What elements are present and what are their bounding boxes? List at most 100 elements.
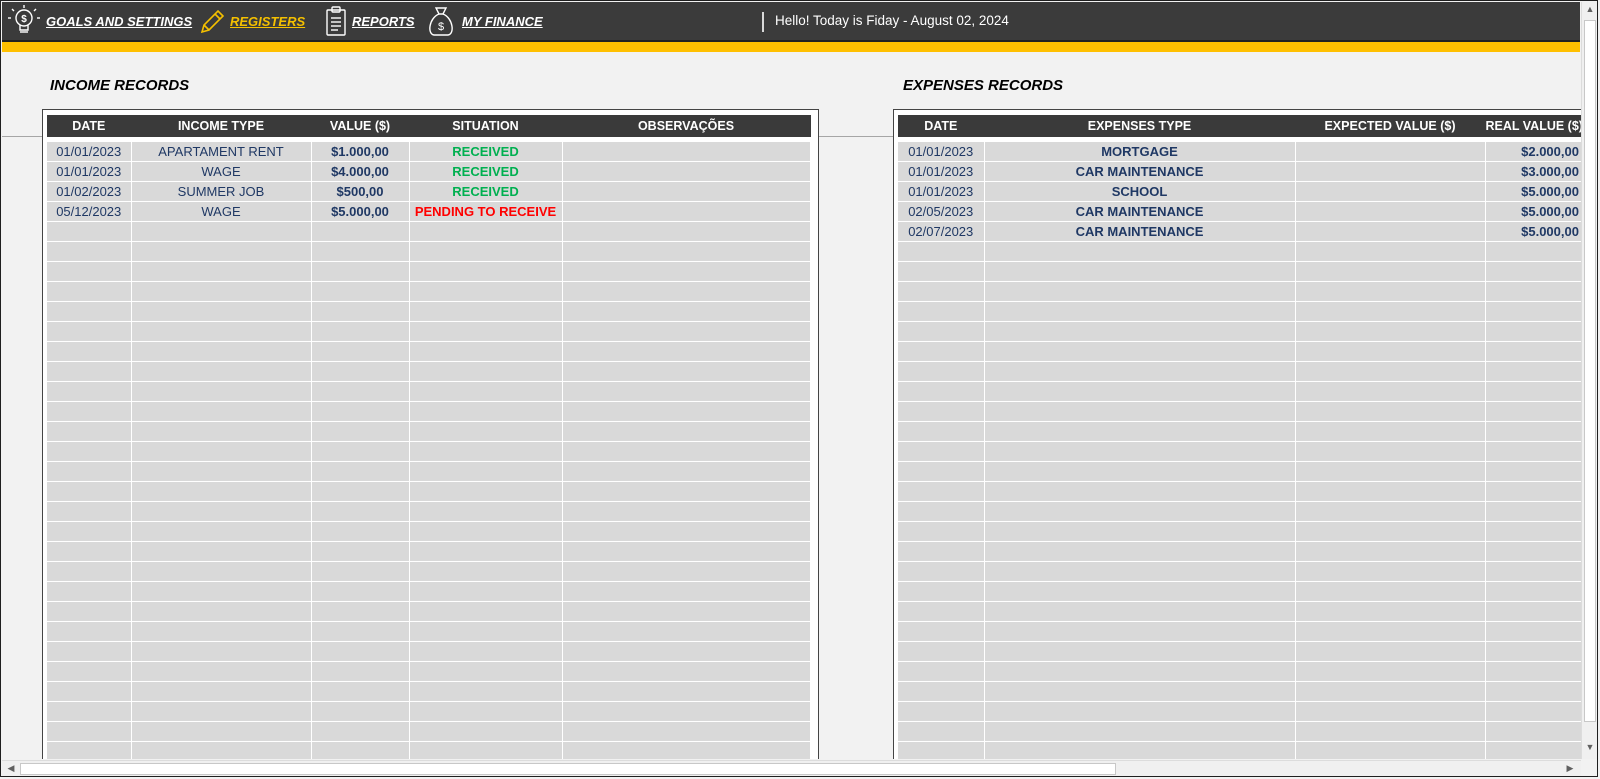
- income-empty-cell[interactable]: [562, 441, 811, 462]
- income-empty-cell[interactable]: [409, 381, 563, 402]
- expenses-empty-cell[interactable]: [1295, 521, 1486, 542]
- expenses-empty-cell[interactable]: [1295, 261, 1486, 282]
- expenses-empty-cell[interactable]: [1485, 601, 1584, 622]
- income-empty-cell[interactable]: [562, 681, 811, 702]
- expenses-empty-cell[interactable]: [898, 701, 985, 722]
- income-empty-cell[interactable]: [562, 501, 811, 522]
- income-empty-cell[interactable]: [131, 581, 312, 602]
- income-cell[interactable]: WAGE: [131, 161, 312, 182]
- income-empty-cell[interactable]: [131, 281, 312, 302]
- expenses-cell[interactable]: 02/07/2023: [898, 221, 985, 242]
- expenses-cell[interactable]: SCHOOL: [984, 181, 1296, 202]
- income-empty-cell[interactable]: [131, 561, 312, 582]
- income-empty-cell[interactable]: [47, 641, 132, 662]
- income-cell[interactable]: 01/01/2023: [47, 142, 132, 162]
- expenses-empty-cell[interactable]: [1295, 701, 1486, 722]
- expenses-empty-cell[interactable]: [984, 581, 1296, 602]
- expenses-empty-cell[interactable]: [898, 741, 985, 759]
- expenses-empty-cell[interactable]: [1485, 401, 1584, 422]
- income-empty-cell[interactable]: [409, 281, 563, 302]
- income-empty-cell[interactable]: [131, 521, 312, 542]
- income-empty-cell[interactable]: [47, 681, 132, 702]
- income-cell[interactable]: RECEIVED: [409, 142, 563, 162]
- expenses-empty-cell[interactable]: [984, 321, 1296, 342]
- income-empty-cell[interactable]: [311, 221, 410, 242]
- expenses-cell[interactable]: $3.000,00: [1485, 161, 1584, 182]
- income-empty-cell[interactable]: [47, 521, 132, 542]
- income-empty-cell[interactable]: [409, 561, 563, 582]
- expenses-empty-cell[interactable]: [898, 661, 985, 682]
- expenses-empty-cell[interactable]: [1295, 541, 1486, 562]
- income-empty-cell[interactable]: [562, 701, 811, 722]
- income-empty-cell[interactable]: [311, 281, 410, 302]
- income-empty-cell[interactable]: [47, 221, 132, 242]
- income-empty-cell[interactable]: [311, 261, 410, 282]
- expenses-empty-cell[interactable]: [898, 241, 985, 262]
- income-empty-cell[interactable]: [47, 561, 132, 582]
- income-empty-cell[interactable]: [131, 641, 312, 662]
- income-empty-cell[interactable]: [47, 721, 132, 742]
- expenses-empty-cell[interactable]: [1485, 241, 1584, 262]
- expenses-empty-cell[interactable]: [984, 701, 1296, 722]
- income-empty-cell[interactable]: [562, 461, 811, 482]
- expenses-empty-cell[interactable]: [898, 601, 985, 622]
- scroll-right-arrow-icon[interactable]: ▶: [1562, 763, 1578, 774]
- income-empty-cell[interactable]: [409, 641, 563, 662]
- expenses-empty-cell[interactable]: [1485, 721, 1584, 742]
- income-empty-cell[interactable]: [562, 721, 811, 742]
- income-empty-cell[interactable]: [131, 741, 312, 759]
- expenses-empty-cell[interactable]: [1485, 461, 1584, 482]
- income-empty-cell[interactable]: [562, 221, 811, 242]
- expenses-empty-cell[interactable]: [1295, 561, 1486, 582]
- expenses-empty-cell[interactable]: [1295, 241, 1486, 262]
- income-empty-cell[interactable]: [409, 221, 563, 242]
- income-empty-cell[interactable]: [47, 321, 132, 342]
- income-empty-cell[interactable]: [409, 341, 563, 362]
- expenses-empty-cell[interactable]: [898, 341, 985, 362]
- expenses-empty-cell[interactable]: [898, 401, 985, 422]
- expenses-cell[interactable]: 01/01/2023: [898, 142, 985, 162]
- expenses-empty-cell[interactable]: [1295, 741, 1486, 759]
- income-empty-cell[interactable]: [409, 401, 563, 422]
- income-empty-cell[interactable]: [409, 581, 563, 602]
- income-empty-cell[interactable]: [409, 521, 563, 542]
- income-empty-cell[interactable]: [311, 361, 410, 382]
- expenses-empty-cell[interactable]: [1295, 581, 1486, 602]
- expenses-empty-cell[interactable]: [984, 361, 1296, 382]
- expenses-empty-cell[interactable]: [1485, 621, 1584, 642]
- income-empty-cell[interactable]: [47, 461, 132, 482]
- income-cell[interactable]: 01/01/2023: [47, 161, 132, 182]
- income-empty-cell[interactable]: [131, 261, 312, 282]
- nav-my-finance[interactable]: $ MY FINANCE: [424, 2, 543, 40]
- expenses-empty-cell[interactable]: [1485, 441, 1584, 462]
- income-empty-cell[interactable]: [562, 581, 811, 602]
- income-empty-cell[interactable]: [311, 741, 410, 759]
- income-empty-cell[interactable]: [562, 541, 811, 562]
- expenses-cell[interactable]: CAR MAINTENANCE: [984, 221, 1296, 242]
- income-empty-cell[interactable]: [409, 741, 563, 759]
- expenses-empty-cell[interactable]: [984, 301, 1296, 322]
- income-empty-cell[interactable]: [562, 661, 811, 682]
- expenses-cell[interactable]: [1295, 161, 1486, 182]
- expenses-empty-cell[interactable]: [898, 461, 985, 482]
- expenses-empty-cell[interactable]: [984, 521, 1296, 542]
- expenses-empty-cell[interactable]: [1485, 661, 1584, 682]
- income-empty-cell[interactable]: [562, 601, 811, 622]
- expenses-empty-cell[interactable]: [1295, 301, 1486, 322]
- expenses-empty-cell[interactable]: [1295, 381, 1486, 402]
- expenses-empty-cell[interactable]: [1295, 681, 1486, 702]
- expenses-empty-cell[interactable]: [984, 741, 1296, 759]
- scroll-up-arrow-icon[interactable]: ▲: [1582, 4, 1598, 14]
- income-empty-cell[interactable]: [131, 701, 312, 722]
- income-empty-cell[interactable]: [409, 361, 563, 382]
- income-empty-cell[interactable]: [131, 621, 312, 642]
- expenses-empty-cell[interactable]: [898, 321, 985, 342]
- expenses-empty-cell[interactable]: [1485, 501, 1584, 522]
- income-cell[interactable]: PENDING TO RECEIVE: [409, 201, 563, 222]
- income-empty-cell[interactable]: [562, 561, 811, 582]
- expenses-empty-cell[interactable]: [1485, 581, 1584, 602]
- income-empty-cell[interactable]: [409, 661, 563, 682]
- expenses-empty-cell[interactable]: [984, 241, 1296, 262]
- expenses-empty-cell[interactable]: [984, 681, 1296, 702]
- income-empty-cell[interactable]: [131, 601, 312, 622]
